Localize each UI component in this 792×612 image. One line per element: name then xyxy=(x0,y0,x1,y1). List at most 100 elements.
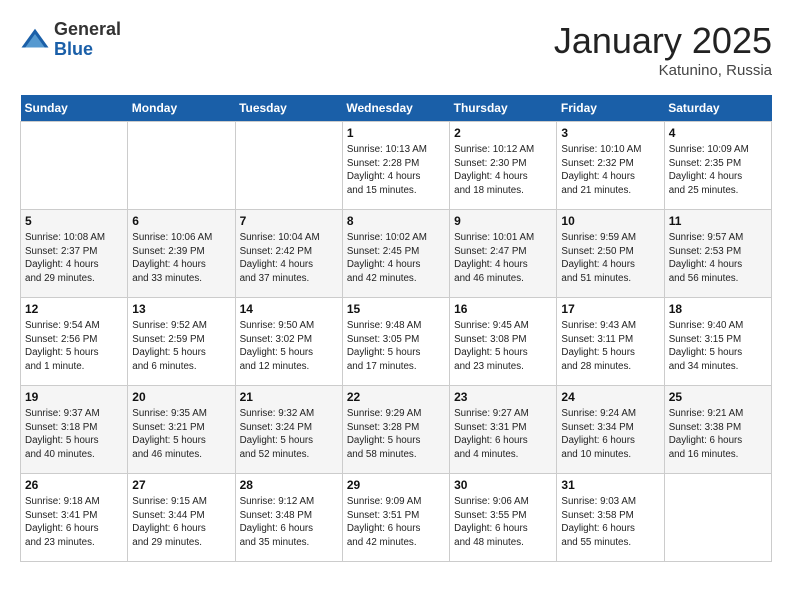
calendar-cell: 11 Sunrise: 9:57 AM Sunset: 2:53 PM Dayli… xyxy=(664,210,771,298)
location: Katunino, Russia xyxy=(554,62,772,79)
day-number: 6 xyxy=(132,214,230,228)
day-info: Sunrise: 9:21 AM Sunset: 3:38 PM Dayligh… xyxy=(669,407,767,462)
weekday-header-tuesday: Tuesday xyxy=(235,95,342,122)
day-number: 1 xyxy=(347,126,445,140)
calendar-cell: 21Sunrise: 9:32 AM Sunset: 3:24 PM Dayli… xyxy=(235,386,342,474)
weekday-header-row: SundayMondayTuesdayWednesdayThursdayFrid… xyxy=(21,95,772,122)
calendar-cell: 20Sunrise: 9:35 AM Sunset: 3:21 PM Dayli… xyxy=(128,386,235,474)
calendar-cell: 4 Sunrise: 10:09 AM Sunset: 2:35 PM Dayli… xyxy=(664,122,771,210)
calendar-cell: 29 Sunrise: 9:09 AM Sunset: 3:51 PM Dayli… xyxy=(342,474,449,562)
calendar-cell: 7 Sunrise: 10:04 AM Sunset: 2:42 PM Dayli… xyxy=(235,210,342,298)
calendar-cell: 24 Sunrise: 9:24 AM Sunset: 3:34 PM Dayli… xyxy=(557,386,664,474)
calendar-cell: 15Sunrise: 9:48 AM Sunset: 3:05 PM Dayli… xyxy=(342,298,449,386)
day-info: Sunrise: 9:40 AM Sunset: 3:15 PM Dayligh… xyxy=(669,319,767,374)
day-number: 8 xyxy=(347,214,445,228)
calendar-cell xyxy=(235,122,342,210)
week-row-2: 12 Sunrise: 9:54 AM Sunset: 2:56 PM Dayli… xyxy=(21,298,772,386)
weekday-header-saturday: Saturday xyxy=(664,95,771,122)
day-number: 15 xyxy=(347,302,445,316)
day-info: Sunrise: 9:32 AM Sunset: 3:24 PM Dayligh… xyxy=(240,407,338,462)
day-number: 17 xyxy=(561,302,659,316)
day-info: Sunrise: 9:15 AM Sunset: 3:44 PM Dayligh… xyxy=(132,495,230,550)
day-number: 3 xyxy=(561,126,659,140)
day-number: 12 xyxy=(25,302,123,316)
day-info: Sunrise: 9:54 AM Sunset: 2:56 PM Dayligh… xyxy=(25,319,123,374)
day-number: 18 xyxy=(669,302,767,316)
calendar-cell: 26 Sunrise: 9:18 AM Sunset: 3:41 PM Dayli… xyxy=(21,474,128,562)
title-block: January 2025 Katunino, Russia xyxy=(554,20,772,79)
day-info: Sunrise: 10:08 AM Sunset: 2:37 PM Daylig… xyxy=(25,231,123,286)
day-info: Sunrise: 10:06 AM Sunset: 2:39 PM Daylig… xyxy=(132,231,230,286)
week-row-3: 19Sunrise: 9:37 AM Sunset: 3:18 PM Dayli… xyxy=(21,386,772,474)
calendar-cell: 22 Sunrise: 9:29 AM Sunset: 3:28 PM Dayli… xyxy=(342,386,449,474)
day-info: Sunrise: 9:03 AM Sunset: 3:58 PM Dayligh… xyxy=(561,495,659,550)
day-info: Sunrise: 9:59 AM Sunset: 2:50 PM Dayligh… xyxy=(561,231,659,286)
calendar-cell: 19Sunrise: 9:37 AM Sunset: 3:18 PM Dayli… xyxy=(21,386,128,474)
calendar-cell: 18 Sunrise: 9:40 AM Sunset: 3:15 PM Dayli… xyxy=(664,298,771,386)
day-number: 27 xyxy=(132,478,230,492)
day-info: Sunrise: 10:10 AM Sunset: 2:32 PM Daylig… xyxy=(561,143,659,198)
day-number: 29 xyxy=(347,478,445,492)
day-number: 28 xyxy=(240,478,338,492)
day-info: Sunrise: 9:24 AM Sunset: 3:34 PM Dayligh… xyxy=(561,407,659,462)
day-info: Sunrise: 9:57 AM Sunset: 2:53 PM Dayligh… xyxy=(669,231,767,286)
calendar-cell: 25Sunrise: 9:21 AM Sunset: 3:38 PM Dayli… xyxy=(664,386,771,474)
calendar-cell: 3 Sunrise: 10:10 AM Sunset: 2:32 PM Dayli… xyxy=(557,122,664,210)
calendar-cell: 23Sunrise: 9:27 AM Sunset: 3:31 PM Dayli… xyxy=(450,386,557,474)
day-number: 23 xyxy=(454,390,552,404)
calendar-cell: 30 Sunrise: 9:06 AM Sunset: 3:55 PM Dayli… xyxy=(450,474,557,562)
week-row-4: 26 Sunrise: 9:18 AM Sunset: 3:41 PM Dayli… xyxy=(21,474,772,562)
day-info: Sunrise: 9:50 AM Sunset: 3:02 PM Dayligh… xyxy=(240,319,338,374)
logo-text: General Blue xyxy=(54,20,121,60)
calendar-cell: 14Sunrise: 9:50 AM Sunset: 3:02 PM Dayli… xyxy=(235,298,342,386)
day-info: Sunrise: 10:04 AM Sunset: 2:42 PM Daylig… xyxy=(240,231,338,286)
day-info: Sunrise: 9:18 AM Sunset: 3:41 PM Dayligh… xyxy=(25,495,123,550)
calendar-table: SundayMondayTuesdayWednesdayThursdayFrid… xyxy=(20,95,772,562)
calendar-cell: 6 Sunrise: 10:06 AM Sunset: 2:39 PM Dayli… xyxy=(128,210,235,298)
day-info: Sunrise: 9:52 AM Sunset: 2:59 PM Dayligh… xyxy=(132,319,230,374)
weekday-header-friday: Friday xyxy=(557,95,664,122)
day-info: Sunrise: 10:02 AM Sunset: 2:45 PM Daylig… xyxy=(347,231,445,286)
day-number: 2 xyxy=(454,126,552,140)
day-number: 4 xyxy=(669,126,767,140)
week-row-0: 1 Sunrise: 10:13 AM Sunset: 2:28 PM Dayli… xyxy=(21,122,772,210)
calendar-cell: 10Sunrise: 9:59 AM Sunset: 2:50 PM Dayli… xyxy=(557,210,664,298)
calendar-cell: 9Sunrise: 10:01 AM Sunset: 2:47 PM Dayli… xyxy=(450,210,557,298)
day-number: 9 xyxy=(454,214,552,228)
calendar-cell: 16 Sunrise: 9:45 AM Sunset: 3:08 PM Dayli… xyxy=(450,298,557,386)
weekday-header-wednesday: Wednesday xyxy=(342,95,449,122)
day-number: 26 xyxy=(25,478,123,492)
day-info: Sunrise: 9:12 AM Sunset: 3:48 PM Dayligh… xyxy=(240,495,338,550)
logo-icon xyxy=(20,25,50,55)
day-number: 7 xyxy=(240,214,338,228)
day-info: Sunrise: 9:43 AM Sunset: 3:11 PM Dayligh… xyxy=(561,319,659,374)
weekday-header-thursday: Thursday xyxy=(450,95,557,122)
day-info: Sunrise: 9:06 AM Sunset: 3:55 PM Dayligh… xyxy=(454,495,552,550)
day-number: 5 xyxy=(25,214,123,228)
weekday-header-monday: Monday xyxy=(128,95,235,122)
logo: General Blue xyxy=(20,20,121,60)
month-title: January 2025 xyxy=(554,20,772,62)
calendar-cell: 1 Sunrise: 10:13 AM Sunset: 2:28 PM Dayli… xyxy=(342,122,449,210)
calendar-cell: 17 Sunrise: 9:43 AM Sunset: 3:11 PM Dayli… xyxy=(557,298,664,386)
day-info: Sunrise: 10:09 AM Sunset: 2:35 PM Daylig… xyxy=(669,143,767,198)
day-number: 11 xyxy=(669,214,767,228)
day-number: 19 xyxy=(25,390,123,404)
weekday-header-sunday: Sunday xyxy=(21,95,128,122)
page-header: General Blue January 2025 Katunino, Russ… xyxy=(20,20,772,79)
day-info: Sunrise: 9:45 AM Sunset: 3:08 PM Dayligh… xyxy=(454,319,552,374)
day-info: Sunrise: 9:29 AM Sunset: 3:28 PM Dayligh… xyxy=(347,407,445,462)
calendar-cell xyxy=(128,122,235,210)
day-number: 22 xyxy=(347,390,445,404)
calendar-cell xyxy=(664,474,771,562)
day-number: 24 xyxy=(561,390,659,404)
day-number: 30 xyxy=(454,478,552,492)
logo-general-text: General xyxy=(54,20,121,40)
calendar-cell: 27 Sunrise: 9:15 AM Sunset: 3:44 PM Dayli… xyxy=(128,474,235,562)
day-number: 31 xyxy=(561,478,659,492)
day-info: Sunrise: 10:13 AM Sunset: 2:28 PM Daylig… xyxy=(347,143,445,198)
day-info: Sunrise: 10:12 AM Sunset: 2:30 PM Daylig… xyxy=(454,143,552,198)
day-number: 16 xyxy=(454,302,552,316)
week-row-1: 5 Sunrise: 10:08 AM Sunset: 2:37 PM Dayli… xyxy=(21,210,772,298)
day-info: Sunrise: 9:09 AM Sunset: 3:51 PM Dayligh… xyxy=(347,495,445,550)
